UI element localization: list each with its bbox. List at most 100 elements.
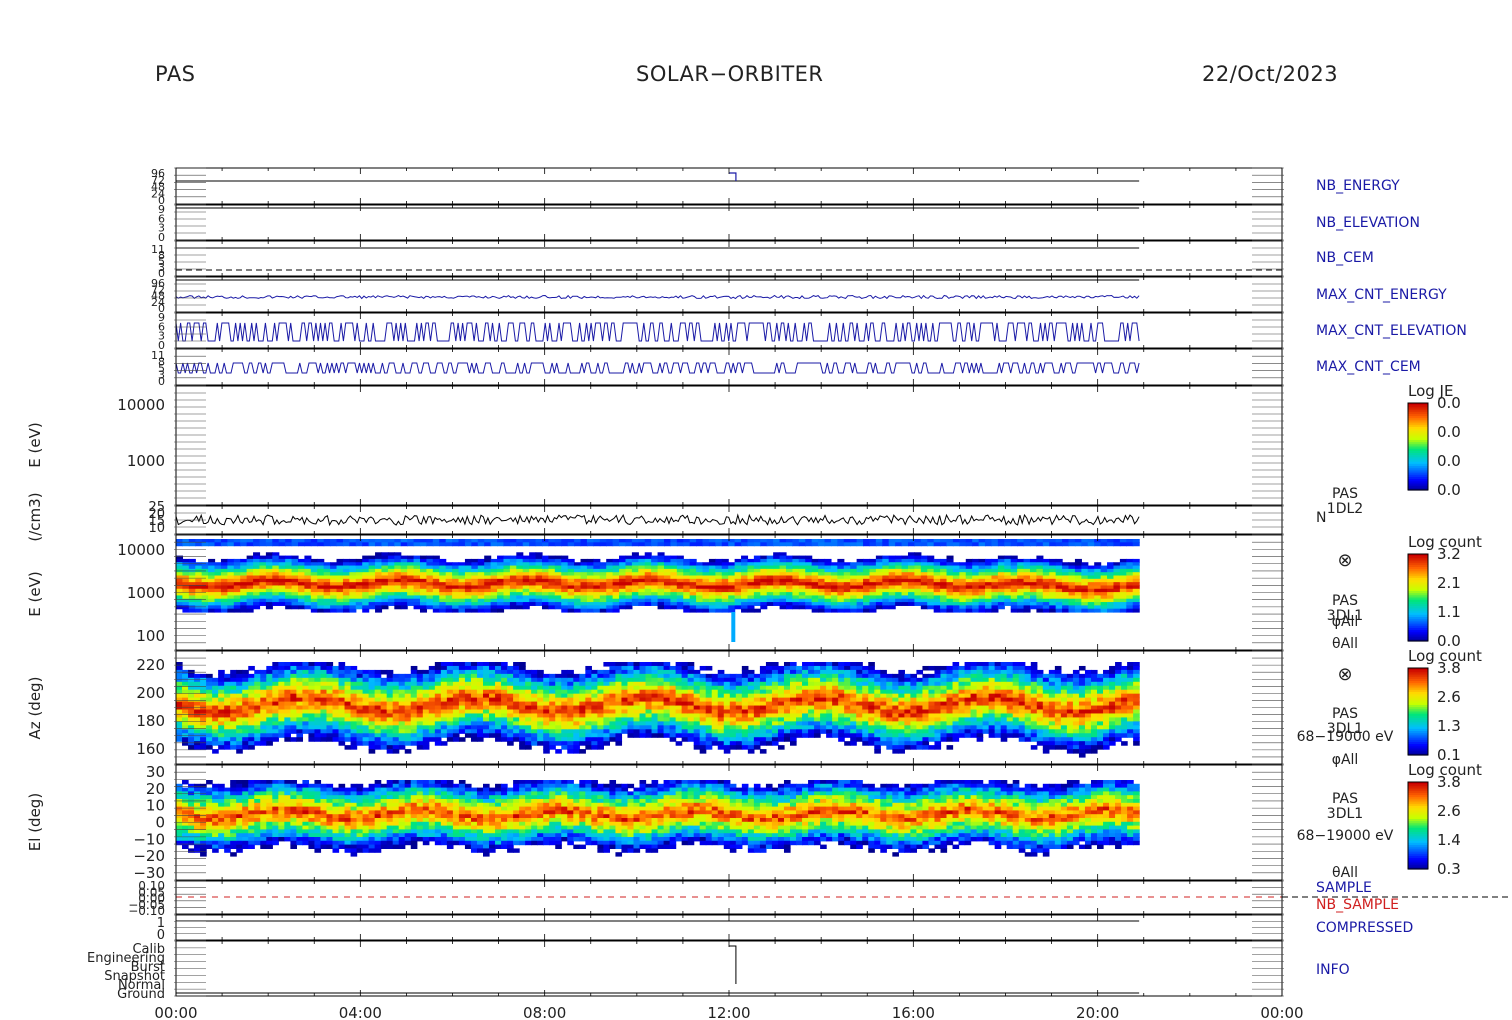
heat-cell-azimuth [663, 662, 671, 667]
heat-cell-e_3dl1 [1036, 542, 1044, 547]
heat-cell-azimuth [458, 677, 466, 683]
heat-cell-azimuth [549, 721, 556, 726]
heat-cell-azimuth [386, 673, 394, 679]
heat-cell-e_3dl1 [574, 542, 582, 547]
heat-cell-azimuth [513, 681, 520, 687]
heat-cell-azimuth [717, 721, 725, 726]
heat-cell-azimuth [326, 721, 334, 726]
heat-cell-azimuth [398, 681, 406, 687]
heat-cell-azimuth [579, 717, 586, 722]
heat-cell-azimuth [224, 709, 231, 715]
heat-cell-azimuth [242, 673, 249, 679]
heat-cell-azimuth [850, 741, 857, 746]
heat-cell-azimuth [326, 685, 334, 691]
heat-cell-azimuth [874, 713, 881, 719]
heat-cell-azimuth [194, 713, 201, 719]
heat-cell-azimuth [308, 669, 316, 675]
heat-cell-azimuth [326, 737, 334, 742]
heat-cell-azimuth [188, 745, 195, 750]
heat-cell-azimuth [741, 725, 749, 730]
heat-cell-azimuth [597, 705, 604, 711]
heat-cell-azimuth [495, 725, 502, 730]
heat-cell-azimuth [723, 677, 731, 683]
heat-cell-e_3dl1 [580, 542, 588, 547]
heat-cell-e_3dl1 [978, 608, 986, 613]
heat-cell-azimuth [188, 681, 195, 687]
heat-cell-azimuth [398, 685, 406, 691]
heat-cell-azimuth [705, 689, 713, 695]
heat-cell-azimuth [452, 681, 460, 687]
heat-cell-azimuth [242, 677, 249, 683]
heat-cell-azimuth [446, 662, 454, 667]
heat-cell-azimuth [711, 697, 719, 703]
heat-cell-azimuth [705, 721, 713, 726]
heat-cell-azimuth [838, 665, 845, 671]
heat-cell-azimuth [820, 717, 827, 722]
heat-cell-azimuth [639, 721, 647, 726]
heat-cell-azimuth [248, 709, 255, 715]
heat-cell-e_3dl1 [439, 542, 447, 547]
heat-cell-azimuth [525, 701, 532, 707]
heat-cell-azimuth [434, 673, 442, 679]
heat-cell-azimuth [290, 673, 297, 679]
heat-cell-azimuth [362, 673, 370, 679]
heat-cell-azimuth [639, 729, 647, 734]
heat-cell-azimuth [838, 729, 845, 734]
heat-cell-azimuth [326, 709, 334, 715]
heat-cell-azimuth [344, 725, 352, 730]
heat-cell-azimuth [543, 705, 550, 711]
heat-cell-azimuth [507, 689, 514, 695]
heat-cell-azimuth [350, 717, 358, 722]
heat-cell-azimuth [591, 673, 598, 679]
heat-cell-azimuth [200, 693, 207, 699]
heat-cell-e_3dl1 [901, 602, 909, 606]
heat-cell-azimuth [314, 701, 322, 707]
heat-cell-e_3dl1 [1017, 608, 1025, 613]
heat-cell-azimuth [808, 729, 815, 734]
heat-cell-azimuth [350, 685, 358, 691]
heat-cell-azimuth [645, 725, 653, 730]
heat-cell-azimuth [188, 713, 195, 719]
heat-cell-azimuth [218, 745, 225, 750]
heat-cell-azimuth [627, 697, 635, 703]
heat-cell-azimuth [591, 729, 598, 734]
heat-cell-azimuth [507, 669, 514, 675]
heat-cell-e_3dl1 [1087, 608, 1095, 613]
heat-cell-azimuth [669, 709, 677, 715]
heat-cell-azimuth [561, 701, 568, 707]
heat-cell-azimuth [248, 677, 255, 683]
heat-cell-azimuth [705, 673, 713, 679]
heat-cell-azimuth [729, 705, 737, 711]
heat-cell-azimuth [519, 681, 526, 687]
heat-cell-azimuth [621, 697, 629, 703]
heat-cell-azimuth [320, 725, 328, 730]
heat-cell-azimuth [741, 733, 749, 738]
heat-cell-azimuth [549, 693, 556, 699]
heat-cell-azimuth [802, 717, 809, 722]
heat-cell-azimuth [332, 693, 340, 699]
heat-cell-azimuth [338, 709, 346, 715]
heat-cell-azimuth [314, 685, 322, 691]
heat-cell-azimuth [537, 737, 544, 742]
heat-cell-azimuth [868, 713, 875, 719]
heat-cell-azimuth [519, 685, 526, 691]
heat-cell-azimuth [464, 705, 472, 711]
heat-cell-azimuth [868, 677, 875, 683]
heat-cell-azimuth [771, 709, 779, 715]
heat-cell-azimuth [368, 697, 376, 703]
heat-cell-azimuth [633, 697, 641, 703]
heat-cell-azimuth [639, 733, 647, 738]
heat-cell-azimuth [194, 701, 201, 707]
heat-cell-azimuth [555, 685, 562, 691]
heat-cell-e_3dl1 [933, 542, 941, 547]
heat-cell-azimuth [470, 725, 478, 730]
heat-cell-azimuth [206, 745, 213, 750]
heat-cell-azimuth [567, 713, 574, 719]
heat-cell-azimuth [458, 713, 466, 719]
heat-cell-e_3dl1 [689, 542, 697, 547]
heat-cell-azimuth [790, 709, 797, 715]
heat-cell-azimuth [765, 733, 773, 738]
heat-cell-e_3dl1 [927, 605, 935, 610]
heat-cell-azimuth [615, 677, 623, 683]
heat-cell-azimuth [314, 662, 322, 667]
